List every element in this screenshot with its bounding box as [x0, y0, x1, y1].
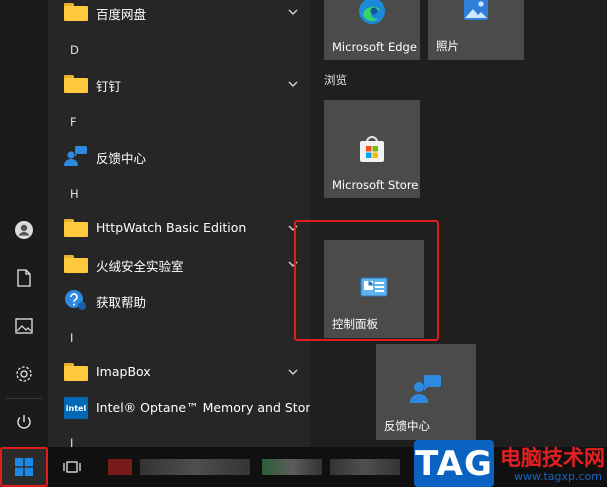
settings-button[interactable]: [0, 356, 48, 392]
list-item-label: ImapBox: [96, 364, 151, 379]
pictures-button[interactable]: [0, 308, 48, 344]
tile-photos[interactable]: 照片: [428, 0, 524, 60]
intel-icon-text: intel: [65, 403, 87, 413]
gear-icon: [16, 366, 32, 382]
tile-label: Microsoft Store: [332, 178, 419, 192]
folder-icon: [64, 217, 88, 239]
list-item-label: Intel® Optane™ Memory and Stor...: [96, 400, 322, 415]
taskbar-app-blurred[interactable]: [108, 459, 132, 475]
documents-button[interactable]: [0, 260, 48, 296]
list-item-intel-optane[interactable]: intel Intel® Optane™ Memory and Stor...: [48, 390, 321, 426]
folder-icon: [64, 361, 88, 383]
picture-icon: [15, 318, 33, 334]
list-item-label: 火绒安全实验室: [96, 259, 184, 274]
rail-divider: [6, 398, 42, 399]
folder-icon: [64, 73, 88, 95]
chevron-down-icon[interactable]: [286, 365, 300, 379]
list-item-label: 反馈中心: [96, 151, 147, 166]
start-left-rail: [0, 0, 48, 447]
list-item-label: 百度网盘: [96, 7, 147, 22]
taskbar-app-blurred[interactable]: [140, 459, 250, 475]
feedback-hub-icon: [410, 375, 441, 403]
power-button[interactable]: [0, 404, 48, 440]
watermark-title: 电脑技术网: [500, 446, 605, 470]
chevron-down-icon[interactable]: [286, 5, 300, 19]
tile-microsoft-store[interactable]: Microsoft Store: [324, 100, 420, 198]
list-item-label: HttpWatch Basic Edition: [96, 220, 247, 235]
edge-icon: [359, 0, 385, 24]
taskbar-app-blurred[interactable]: [262, 459, 322, 475]
app-list: 百度网盘 D 钉钉 F 反馈中心 H HttpWatch Basic Editi…: [48, 0, 321, 450]
tile-label: 反馈中心: [384, 419, 430, 433]
user-account-button[interactable]: [0, 212, 48, 248]
task-view-button[interactable]: [56, 447, 88, 487]
list-item-dingtalk[interactable]: 钉钉: [48, 66, 310, 102]
feedback-hub-icon: [64, 145, 88, 167]
list-item-get-help[interactable]: 获取帮助: [48, 282, 310, 318]
list-item-httpwatch[interactable]: HttpWatch Basic Edition: [48, 210, 310, 246]
chevron-down-icon[interactable]: [286, 77, 300, 91]
user-icon: [15, 221, 33, 239]
tile-label: Microsoft Edge: [332, 40, 417, 54]
start-button-highlight-box: [0, 447, 48, 487]
photos-icon: [464, 0, 488, 20]
tile-group-title[interactable]: 浏览: [324, 72, 347, 88]
folder-icon: [64, 253, 88, 275]
list-item-imapbox[interactable]: ImapBox: [48, 354, 310, 390]
watermark: TAG 电脑技术网 www.tagxp.com: [414, 440, 607, 487]
letter-header-h[interactable]: H: [70, 187, 79, 201]
watermark-url: www.tagxp.com: [514, 470, 602, 483]
letter-header-d[interactable]: D: [70, 43, 79, 57]
list-item-baidu-netdisk[interactable]: 百度网盘: [48, 0, 310, 30]
task-view-icon: [63, 461, 81, 473]
intel-icon: intel: [64, 397, 88, 419]
tile-microsoft-edge[interactable]: Microsoft Edge: [324, 0, 420, 60]
watermark-badge: TAG: [414, 440, 494, 487]
tile-label: 照片: [436, 39, 459, 53]
taskbar-app-blurred[interactable]: [330, 459, 400, 475]
letter-header-i[interactable]: I: [70, 331, 73, 345]
store-icon: [360, 136, 384, 162]
control-panel-highlight-box: [294, 220, 439, 341]
list-item-feedback-hub[interactable]: 反馈中心: [48, 138, 310, 174]
folder-icon: [64, 1, 88, 23]
list-item-label: 钉钉: [96, 79, 122, 94]
tile-feedback-hub[interactable]: 反馈中心: [376, 344, 476, 440]
get-help-icon: [64, 289, 88, 311]
document-icon: [17, 269, 31, 287]
power-icon: [17, 415, 31, 429]
list-item-huorong-lab[interactable]: 火绒安全实验室: [48, 246, 310, 282]
list-item-label: 获取帮助: [96, 295, 147, 310]
letter-header-f[interactable]: F: [70, 115, 77, 129]
